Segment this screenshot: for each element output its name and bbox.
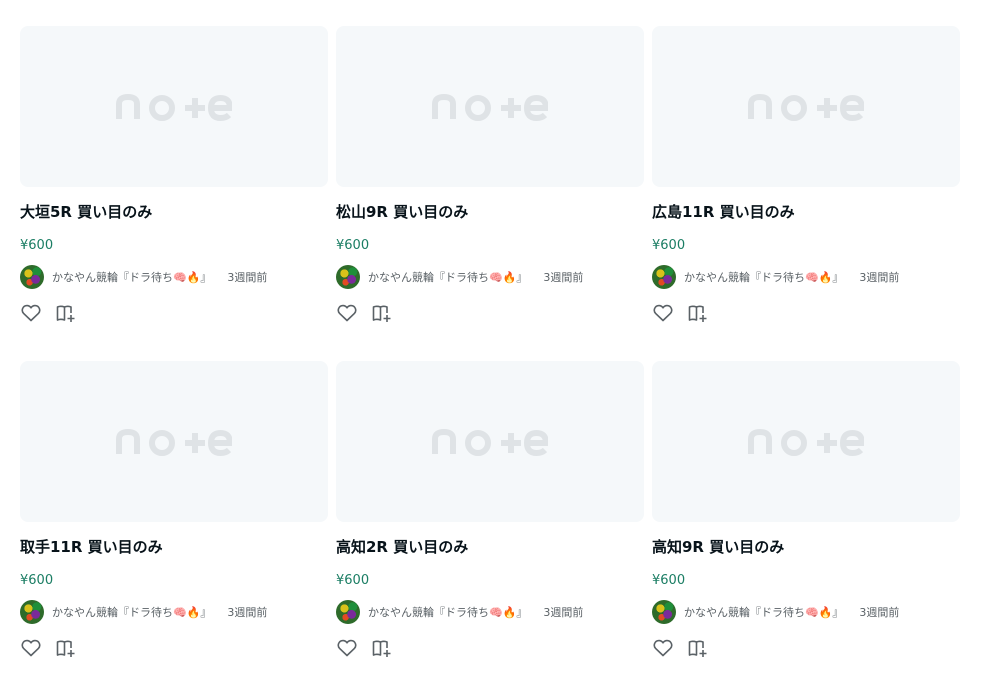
heart-icon (653, 639, 673, 657)
heart-icon (21, 639, 41, 657)
note-meta: かなやん競輪『ドラ待ち🧠🔥』 3週間前 (336, 265, 644, 289)
note-price: ¥600 (336, 573, 370, 588)
note-logo-placeholder: note (748, 92, 864, 121)
magazine-add-icon (688, 305, 707, 322)
author-avatar[interactable] (20, 600, 44, 624)
author-avatar[interactable] (652, 600, 676, 624)
author-name[interactable]: かなやん競輪『ドラ待ち🧠🔥』 (684, 604, 843, 620)
note-price: ¥600 (20, 573, 54, 588)
note-title[interactable]: 高知9R 買い目のみ (652, 538, 960, 556)
add-to-magazine-button[interactable] (55, 637, 77, 659)
logo-text: note (116, 427, 119, 428)
author-avatar[interactable] (20, 265, 44, 289)
author-name[interactable]: かなやん競輪『ドラ待ち🧠🔥』 (368, 604, 527, 620)
note-price: ¥600 (20, 238, 54, 253)
note-actions (652, 637, 960, 659)
like-button[interactable] (652, 637, 674, 659)
magazine-add-icon (56, 640, 75, 657)
logo-text: note (748, 427, 751, 428)
logo-text: note (116, 92, 119, 93)
note-meta: かなやん競輪『ドラ待ち🧠🔥』 3週間前 (20, 265, 328, 289)
add-to-magazine-button[interactable] (687, 637, 709, 659)
note-title[interactable]: 高知2R 買い目のみ (336, 538, 644, 556)
note-actions (20, 302, 328, 324)
note-actions (336, 302, 644, 324)
published-time: 3週間前 (543, 606, 584, 619)
note-thumbnail[interactable]: note (652, 361, 960, 522)
note-logo-placeholder: note (116, 427, 232, 456)
magazine-add-icon (56, 305, 75, 322)
note-thumbnail[interactable]: note (336, 26, 644, 187)
note-title[interactable]: 広島11R 買い目のみ (652, 203, 960, 221)
author-avatar[interactable] (336, 600, 360, 624)
note-title[interactable]: 松山9R 買い目のみ (336, 203, 644, 221)
note-meta: かなやん競輪『ドラ待ち🧠🔥』 3週間前 (336, 600, 644, 624)
add-to-magazine-button[interactable] (371, 302, 393, 324)
note-title[interactable]: 取手11R 買い目のみ (20, 538, 328, 556)
note-logo-placeholder: note (116, 92, 232, 121)
like-button[interactable] (20, 302, 42, 324)
author-name[interactable]: かなやん競輪『ドラ待ち🧠🔥』 (52, 604, 211, 620)
note-thumbnail[interactable]: note (652, 26, 960, 187)
author-name[interactable]: かなやん競輪『ドラ待ち🧠🔥』 (52, 269, 211, 285)
note-card: note 松山9R 買い目のみ ¥600 かなやん競輪『ドラ待ち🧠🔥』 3週間前 (336, 26, 644, 361)
author-avatar[interactable] (652, 265, 676, 289)
note-card-grid: note 大垣5R 買い目のみ ¥600 かなやん競輪『ドラ待ち🧠🔥』 3週間前 (20, 26, 960, 696)
heart-icon (337, 304, 357, 322)
note-logo-placeholder: note (432, 427, 548, 456)
logo-text: note (432, 427, 435, 428)
author-avatar[interactable] (336, 265, 360, 289)
note-meta: かなやん競輪『ドラ待ち🧠🔥』 3週間前 (20, 600, 328, 624)
author-name[interactable]: かなやん競輪『ドラ待ち🧠🔥』 (368, 269, 527, 285)
note-meta: かなやん競輪『ドラ待ち🧠🔥』 3週間前 (652, 265, 960, 289)
heart-icon (337, 639, 357, 657)
published-time: 3週間前 (859, 606, 900, 619)
like-button[interactable] (336, 302, 358, 324)
note-actions (336, 637, 644, 659)
note-actions (20, 637, 328, 659)
note-card: note 高知2R 買い目のみ ¥600 かなやん競輪『ドラ待ち🧠🔥』 3週間前 (336, 361, 644, 696)
note-thumbnail[interactable]: note (20, 361, 328, 522)
heart-icon (21, 304, 41, 322)
magazine-add-icon (688, 640, 707, 657)
published-time: 3週間前 (227, 606, 268, 619)
logo-text: note (432, 92, 435, 93)
like-button[interactable] (336, 637, 358, 659)
note-title[interactable]: 大垣5R 買い目のみ (20, 203, 328, 221)
add-to-magazine-button[interactable] (371, 637, 393, 659)
magazine-add-icon (372, 305, 391, 322)
note-meta: かなやん競輪『ドラ待ち🧠🔥』 3週間前 (652, 600, 960, 624)
note-thumbnail[interactable]: note (336, 361, 644, 522)
note-price: ¥600 (336, 238, 370, 253)
published-time: 3週間前 (543, 271, 584, 284)
logo-text: note (748, 92, 751, 93)
note-price: ¥600 (652, 238, 686, 253)
add-to-magazine-button[interactable] (55, 302, 77, 324)
heart-icon (653, 304, 673, 322)
note-card: note 大垣5R 買い目のみ ¥600 かなやん競輪『ドラ待ち🧠🔥』 3週間前 (20, 26, 328, 361)
note-card: note 広島11R 買い目のみ ¥600 かなやん競輪『ドラ待ち🧠🔥』 3週間… (652, 26, 960, 361)
note-logo-placeholder: note (748, 427, 864, 456)
add-to-magazine-button[interactable] (687, 302, 709, 324)
published-time: 3週間前 (859, 271, 900, 284)
note-price: ¥600 (652, 573, 686, 588)
magazine-add-icon (372, 640, 391, 657)
like-button[interactable] (652, 302, 674, 324)
like-button[interactable] (20, 637, 42, 659)
note-card: note 取手11R 買い目のみ ¥600 かなやん競輪『ドラ待ち🧠🔥』 3週間… (20, 361, 328, 696)
published-time: 3週間前 (227, 271, 268, 284)
note-card: note 高知9R 買い目のみ ¥600 かなやん競輪『ドラ待ち🧠🔥』 3週間前 (652, 361, 960, 696)
note-actions (652, 302, 960, 324)
note-logo-placeholder: note (432, 92, 548, 121)
author-name[interactable]: かなやん競輪『ドラ待ち🧠🔥』 (684, 269, 843, 285)
note-thumbnail[interactable]: note (20, 26, 328, 187)
